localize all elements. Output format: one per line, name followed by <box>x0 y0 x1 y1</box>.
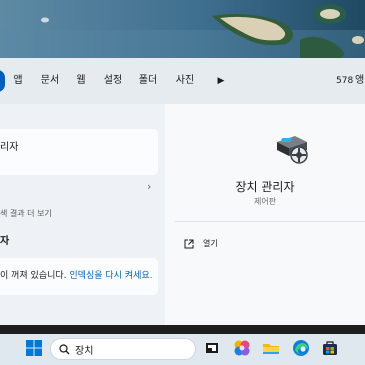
device-manager-icon <box>277 136 308 164</box>
best-match-item[interactable]: 리자 <box>0 129 158 175</box>
banner-image <box>0 0 365 58</box>
result-item[interactable]: 자 <box>0 232 9 247</box>
chevron-right-icon[interactable]: › <box>147 180 151 193</box>
rewards-glyph: 앵 <box>355 75 365 86</box>
search-input[interactable] <box>75 339 185 359</box>
results-pane: 리자 › 색 결과 더 보기 자 이 꺼져 있습니다. 인덱싱을 다시 켜세요. <box>0 104 165 325</box>
taskbar-search-box[interactable] <box>50 338 196 360</box>
filter-web[interactable]: 웹 <box>72 70 90 92</box>
search-icon <box>59 344 70 355</box>
indexing-notice-text: 이 꺼져 있습니다. <box>0 271 70 281</box>
reenable-indexing-link[interactable]: 인덱싱을 다시 켜세요. <box>69 271 152 281</box>
divider <box>175 221 365 222</box>
filter-settings[interactable]: 설정 <box>100 70 126 92</box>
filter-apps[interactable]: 앱 <box>8 70 28 92</box>
filter-photos[interactable]: 사진 <box>172 70 198 92</box>
best-match-title: 리자 <box>0 142 19 153</box>
copilot-icon[interactable] <box>233 339 251 357</box>
filter-bar: 앱 문서 웹 설정 폴더 사진 ▶ 578 앵 <box>0 58 365 104</box>
microsoft-store-icon[interactable] <box>321 339 339 357</box>
more-filters-play-icon[interactable]: ▶ <box>212 70 230 92</box>
indexing-notice: 이 꺼져 있습니다. 인덱싱을 다시 켜세요. <box>0 258 158 295</box>
taskbar <box>0 325 365 365</box>
open-action[interactable]: 열기 <box>203 239 218 249</box>
edge-browser-icon[interactable] <box>292 339 310 357</box>
filter-folders[interactable]: 폴더 <box>135 70 161 92</box>
filter-documents[interactable]: 문서 <box>37 70 63 92</box>
open-external-icon[interactable] <box>184 239 194 249</box>
app-name: 장치 관리자 <box>235 180 295 194</box>
task-view-icon[interactable] <box>203 339 221 357</box>
more-results-header[interactable]: 색 결과 더 보기 <box>0 208 52 219</box>
preview-pane: 장치 관리자 제어판 열기 <box>165 104 365 325</box>
start-button-windows-icon[interactable] <box>25 339 43 357</box>
file-explorer-icon[interactable] <box>262 339 280 357</box>
search-highlight-banner <box>0 0 365 58</box>
app-type: 제어판 <box>253 197 277 206</box>
rewards-points: 578 <box>336 76 354 86</box>
filter-all-button[interactable] <box>0 70 5 92</box>
search-window: 앱 문서 웹 설정 폴더 사진 ▶ 578 앵 리자 › 색 결과 더 보기 자… <box>0 0 365 365</box>
